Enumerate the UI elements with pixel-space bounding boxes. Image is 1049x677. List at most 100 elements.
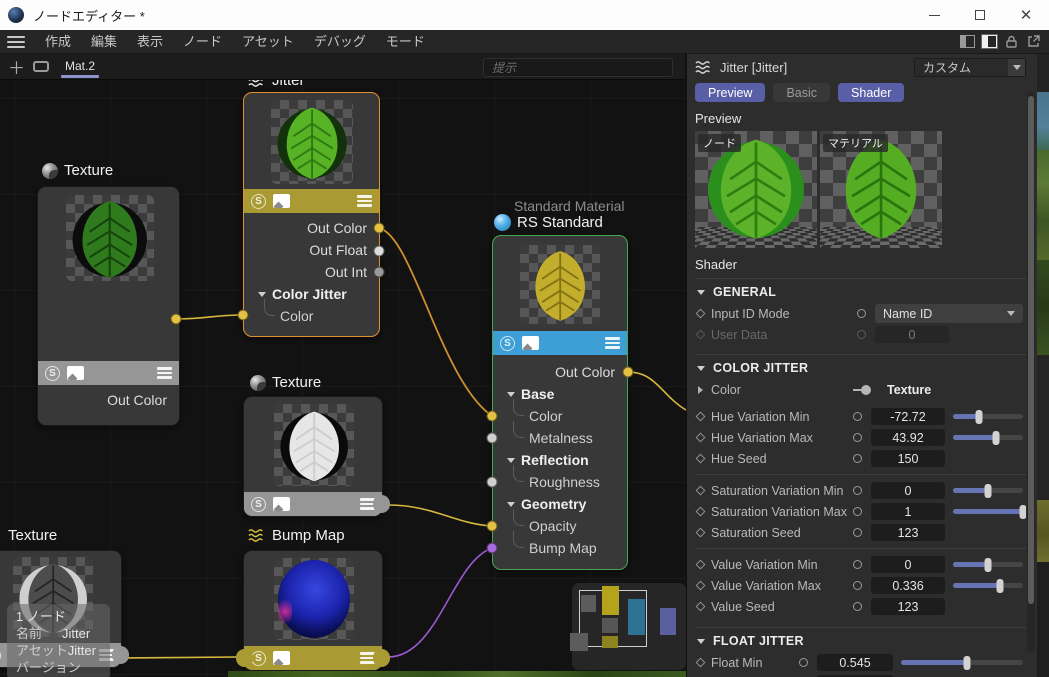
port-rs-bump-in[interactable] <box>487 543 498 554</box>
minimap[interactable] <box>572 583 686 670</box>
close-button[interactable]: ✕ <box>1003 0 1049 30</box>
node-jitter[interactable]: S Out Color Out Float Out Int Color Jitt… <box>243 92 380 337</box>
menu-mode[interactable]: モード <box>376 30 435 54</box>
node-menu-icon[interactable] <box>605 337 620 349</box>
section-general[interactable]: GENERAL <box>697 285 1026 299</box>
popout-icon[interactable] <box>1026 34 1041 49</box>
port-rs-metalness-in[interactable] <box>487 433 498 444</box>
node-preview-image[interactable]: ノード <box>695 131 817 248</box>
wire-jitter-to-rs-color[interactable] <box>378 228 492 416</box>
node-texture-left[interactable]: S Out Color <box>37 186 180 426</box>
hue-variation-max-slider[interactable] <box>953 435 1023 440</box>
panel-layout-left-icon[interactable] <box>960 35 975 48</box>
menu-create[interactable]: 作成 <box>35 30 81 54</box>
wire-texture-to-bumpmap[interactable] <box>124 657 238 658</box>
shader-badge-icon[interactable]: S <box>251 194 266 209</box>
shader-badge-icon[interactable]: S <box>251 497 266 512</box>
wire-bumpmap-to-rs-bump[interactable] <box>388 548 492 657</box>
wire-texture-to-jitter[interactable] <box>176 315 243 319</box>
rs-node-icon <box>494 214 511 231</box>
image-icon[interactable] <box>273 194 290 208</box>
shader-badge-icon[interactable]: S <box>500 336 515 351</box>
node-texture-mid[interactable]: S <box>243 396 383 517</box>
shader-badge-icon[interactable]: S <box>45 366 60 381</box>
attribute-panel: Jitter [Jitter] カスタム Preview Basic Shade… <box>686 54 1049 677</box>
keyframe-diamond-icon <box>696 330 706 340</box>
hue-seed-field[interactable]: 150 <box>871 450 945 467</box>
bumpmap-title: Bump Map <box>248 527 345 544</box>
image-icon[interactable] <box>273 497 290 511</box>
material-preview-image[interactable]: マテリアル <box>820 131 942 248</box>
tab-preview[interactable]: Preview <box>695 83 765 102</box>
lock-icon[interactable] <box>1004 34 1019 49</box>
port-jitter-out-color[interactable] <box>374 223 385 234</box>
image-icon[interactable] <box>522 336 539 350</box>
saturation-variation-max-slider[interactable] <box>953 509 1023 514</box>
tab-shader[interactable]: Shader <box>838 83 904 102</box>
wire-texture-to-rs-opacity[interactable] <box>389 505 492 526</box>
menu-view[interactable]: 表示 <box>127 30 173 54</box>
value-variation-max-slider[interactable] <box>953 583 1023 588</box>
keyframe-diamond-icon[interactable] <box>696 309 706 319</box>
value-variation-max-field[interactable]: 0.336 <box>871 577 945 594</box>
menu-asset[interactable]: アセット <box>232 30 304 54</box>
port-rs-out-color[interactable] <box>623 367 634 378</box>
scrollbar-thumb[interactable] <box>1028 96 1034 604</box>
bumpmap-input-tab[interactable] <box>236 649 253 667</box>
saturation-variation-max-field[interactable]: 1 <box>871 503 945 520</box>
user-data-field[interactable]: 0 <box>875 326 949 343</box>
texture-mid-output-tab[interactable] <box>373 495 390 513</box>
panel-layout-right-icon[interactable] <box>982 35 997 48</box>
expander-icon[interactable] <box>698 386 703 394</box>
hue-variation-max-field[interactable]: 43.92 <box>871 429 945 446</box>
image-icon[interactable] <box>67 366 84 380</box>
node-shape-icon[interactable] <box>33 61 49 72</box>
bumpmap-output-tab[interactable] <box>373 649 390 667</box>
tab-basic[interactable]: Basic <box>773 83 830 102</box>
menu-node[interactable]: ノード <box>173 30 232 54</box>
menu-edit[interactable]: 編集 <box>81 30 127 54</box>
section-float-jitter[interactable]: FLOAT JITTER <box>697 634 1026 648</box>
value-variation-min-field[interactable]: 0 <box>871 556 945 573</box>
node-rs-standard[interactable]: S Out Color Base Color Metalness Reflect… <box>492 235 628 570</box>
value-variation-min-slider[interactable] <box>953 562 1023 567</box>
node-bump-map[interactable]: S <box>243 550 383 671</box>
saturation-variation-min-field[interactable]: 0 <box>871 482 945 499</box>
float-min-field[interactable]: 0.545 <box>817 654 893 671</box>
saturation-seed-field[interactable]: 123 <box>871 524 945 541</box>
port-texture-left-out-color[interactable] <box>171 314 182 325</box>
port-circle-icon[interactable] <box>857 309 866 318</box>
minimize-button[interactable] <box>911 0 957 30</box>
input-id-mode-dropdown[interactable]: Name ID <box>875 304 1023 323</box>
image-icon[interactable] <box>273 651 290 665</box>
port-jitter-color-in[interactable] <box>238 310 249 321</box>
float-min-slider[interactable] <box>901 660 1023 665</box>
port-jitter-out-float[interactable] <box>374 246 385 257</box>
wire-rs-outcolor[interactable] <box>628 372 686 410</box>
section-color-jitter[interactable]: COLOR JITTER <box>697 361 1026 375</box>
maximize-button[interactable] <box>957 0 1003 30</box>
saturation-variation-min-slider[interactable] <box>953 488 1023 493</box>
port-rs-roughness-in[interactable] <box>487 477 498 488</box>
port-rs-opacity-in[interactable] <box>487 521 498 532</box>
shader-section-label: Shader <box>695 257 1026 272</box>
node-graph-canvas[interactable]: Texture S Out Color Jitter S <box>0 80 686 677</box>
menu-debug[interactable]: デバッグ <box>304 30 376 54</box>
shader-badge-icon[interactable]: S <box>251 651 266 666</box>
hue-variation-min-slider[interactable] <box>953 414 1023 419</box>
value-seed-field[interactable]: 123 <box>871 598 945 615</box>
search-input[interactable] <box>483 58 673 77</box>
tab-mat2[interactable]: Mat.2 <box>59 54 101 80</box>
add-tab-button[interactable]: ＋ <box>0 54 33 79</box>
panel-scrollbar[interactable] <box>1027 92 1035 652</box>
hue-variation-min-field[interactable]: -72.72 <box>871 408 945 425</box>
connected-port-icon[interactable] <box>861 385 871 395</box>
port-rs-color-in[interactable] <box>487 411 498 422</box>
preset-dropdown[interactable]: カスタム <box>914 58 1026 77</box>
port-jitter-out-int[interactable] <box>374 267 385 278</box>
node-menu-icon[interactable] <box>157 367 172 379</box>
node-menu-icon[interactable] <box>357 195 372 207</box>
texture-bottom-output-tab[interactable] <box>112 646 129 664</box>
shader-badge-icon[interactable]: S <box>0 648 1 663</box>
hamburger-menu-icon[interactable] <box>7 36 25 48</box>
